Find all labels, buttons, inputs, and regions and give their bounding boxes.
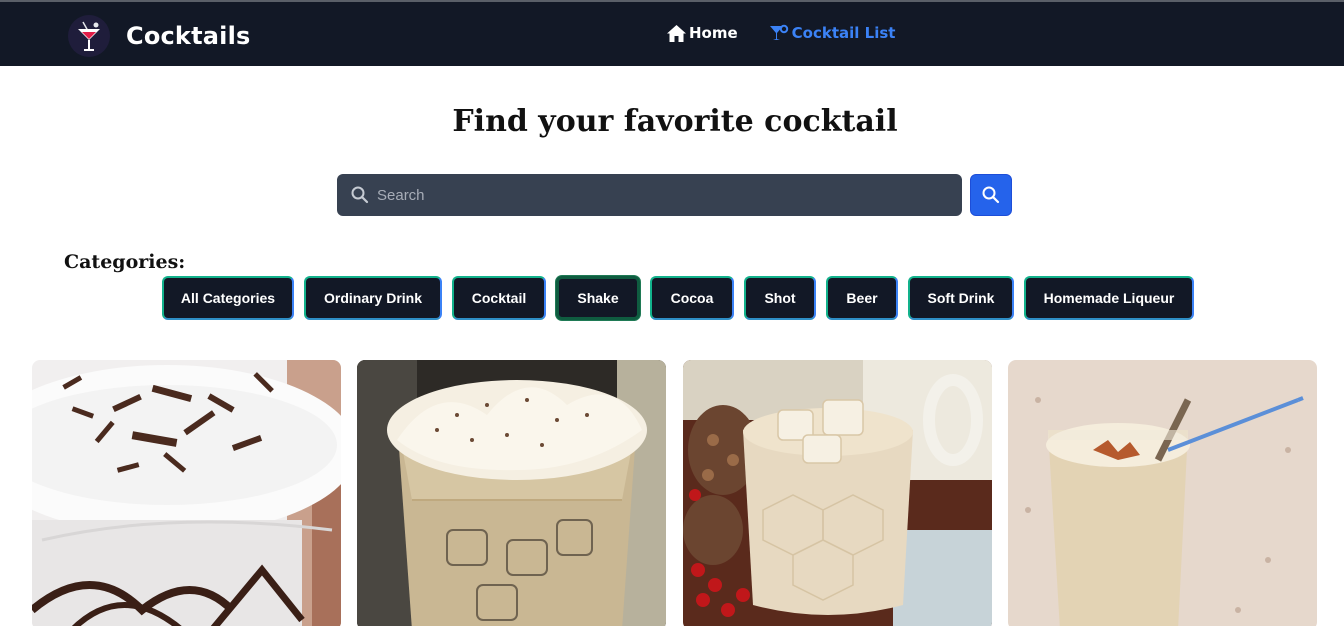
cocktail-glass-icon [68,15,110,57]
navbar: Cocktails Home Cocktail List [0,2,1344,66]
category-filter-bar: All Categories Ordinary Drink Cocktail S… [162,276,1204,320]
nav-links: Home Cocktail List [666,23,895,43]
search-button[interactable] [970,174,1012,216]
search-input[interactable] [377,174,947,216]
cocktail-card[interactable] [683,360,992,626]
category-button-cocktail[interactable]: Cocktail [452,276,546,320]
page-title: Find your favorite cocktail [452,104,898,139]
category-button-shot[interactable]: Shot [744,276,816,320]
search-icon [350,185,370,205]
white-russian-photo [683,360,992,626]
brand-name: Cocktails [126,22,251,50]
search-icon [982,186,1000,204]
category-button-all[interactable]: All Categories [162,276,294,320]
chocolate-shake-photo [32,360,341,626]
category-button-ordinary-drink[interactable]: Ordinary Drink [304,276,442,320]
search-bar [337,174,962,216]
categories-label: Categories: [64,251,186,273]
cream-cocktail-photo [357,360,666,626]
category-button-shake[interactable]: Shake [556,276,640,320]
cocktail-card[interactable] [357,360,666,626]
cocktail-card[interactable] [1008,360,1317,626]
nav-cocktail-list-label: Cocktail List [791,24,896,42]
nav-home-link[interactable]: Home [666,23,738,43]
milk-drink-photo [1008,360,1317,626]
cocktail-icon [769,23,789,43]
nav-cocktail-list-link[interactable]: Cocktail List [769,23,896,43]
home-icon [666,23,686,43]
category-button-cocoa[interactable]: Cocoa [650,276,734,320]
category-button-soft-drink[interactable]: Soft Drink [908,276,1014,320]
cocktail-card[interactable] [32,360,341,626]
nav-home-label: Home [689,24,738,42]
category-button-homemade-liqueur[interactable]: Homemade Liqueur [1024,276,1194,320]
brand[interactable]: Cocktails [68,14,251,58]
category-button-beer[interactable]: Beer [826,276,898,320]
